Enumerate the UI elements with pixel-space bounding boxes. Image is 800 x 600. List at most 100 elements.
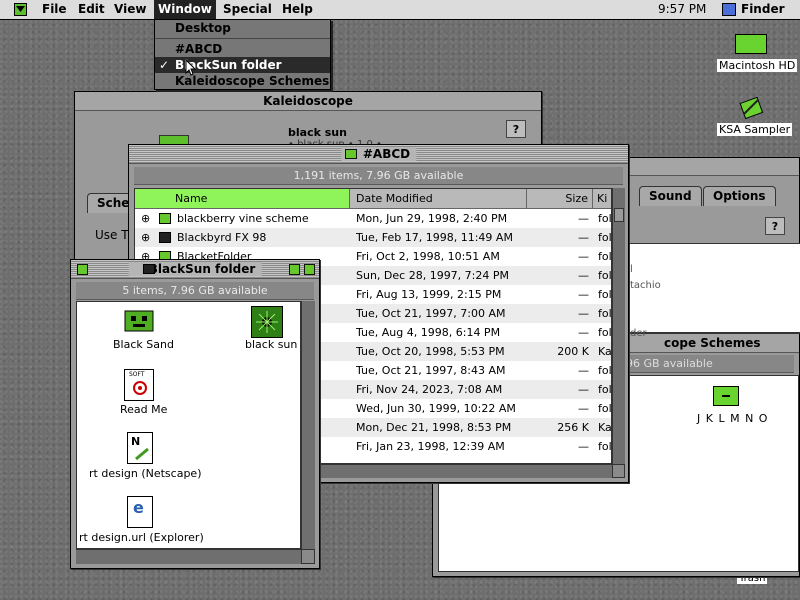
blacksun-horizontal-scrollbar[interactable] (76, 549, 301, 564)
row-name: Blackbyrd FX 98 (177, 231, 267, 244)
zoom-box-icon[interactable] (289, 264, 300, 275)
finder-icon (722, 3, 736, 16)
abcd-scroll-thumb[interactable] (614, 208, 624, 222)
folder-icon[interactable] (713, 386, 739, 406)
row-date-modified: Mon, Dec 21, 1998, 8:53 PM (356, 421, 512, 434)
file-icon (159, 232, 171, 243)
black-sun-label[interactable]: black sun (245, 338, 297, 351)
row-size: — (578, 269, 589, 282)
ksa-sampler-icon[interactable] (738, 94, 764, 120)
read-me-icon[interactable]: SOFT (124, 369, 154, 401)
blacksun-info: 5 items, 7.96 GB available (76, 282, 314, 300)
scheme-list[interactable]: l tachio der (621, 243, 800, 339)
row-date-modified: Tue, Oct 21, 1997, 8:43 AM (356, 364, 506, 377)
blacksun-content: Black Sand black sun SOFT Read Me N rt d… (76, 301, 301, 549)
row-size: — (578, 250, 589, 263)
close-box-icon[interactable] (77, 264, 88, 275)
menu-item-kaleidoscope-schemes[interactable]: Kaleidoscope Schemes (155, 73, 330, 89)
menu-help[interactable]: Help (282, 2, 313, 16)
disclosure-triangle-icon[interactable]: ⊕ (141, 209, 150, 228)
help-button[interactable]: ? (506, 120, 526, 138)
folder-title-icon (345, 149, 357, 159)
black-sand-label[interactable]: Black Sand (113, 338, 174, 351)
row-kind: fol (598, 288, 612, 301)
row-name: blackberry vine scheme (177, 212, 309, 225)
row-kind: fol (598, 402, 612, 415)
row-kind: Ka (598, 345, 612, 358)
row-date-modified: Fri, Nov 24, 2023, 7:08 AM (356, 383, 503, 396)
menu-separator (155, 38, 330, 39)
tab-options[interactable]: Options (703, 186, 776, 206)
row-date-modified: Tue, Oct 20, 1998, 5:53 PM (356, 345, 505, 358)
row-size: — (578, 231, 589, 244)
tab-sound[interactable]: Sound (639, 186, 702, 206)
folder-icon (159, 213, 171, 224)
row-date-modified: Tue, Feb 17, 1998, 11:49 AM (356, 231, 513, 244)
desktop-label-macintosh-hd[interactable]: Macintosh HD (717, 59, 798, 72)
black-sun-icon[interactable] (251, 306, 283, 338)
rt-design-netscape-label[interactable]: rt design (Netscape) (89, 467, 201, 480)
netscape-document-icon[interactable]: N (127, 432, 153, 464)
column-size[interactable]: Size (527, 189, 593, 209)
rt-design-explorer-label[interactable]: rt design.url (Explorer) (79, 531, 204, 544)
column-date-modified[interactable]: Date Modified (350, 189, 527, 209)
explorer-document-icon[interactable]: e (127, 496, 153, 528)
hard-drive-icon[interactable] (735, 34, 767, 54)
menu-clock[interactable]: 9:57 PM (658, 2, 706, 16)
abcd-vertical-scrollbar[interactable] (612, 188, 625, 464)
folder-label-jklmno[interactable]: J K L M N O (697, 412, 768, 425)
menu-item-desktop[interactable]: Desktop (155, 20, 330, 36)
kscheme-title: cope Schemes (658, 336, 767, 350)
row-date-modified: Fri, Aug 13, 1999, 2:15 PM (356, 288, 502, 301)
blacksun-window[interactable]: BlackSun folder 5 items, 7.96 GB availab… (70, 259, 320, 569)
read-me-label[interactable]: Read Me (120, 403, 167, 416)
row-kind: fol (598, 440, 612, 453)
menu-app-finder[interactable]: Finder (741, 2, 785, 16)
row-size: 200 K (557, 345, 589, 358)
blacksun-vertical-scrollbar[interactable] (301, 301, 315, 549)
window-menu-dropdown[interactable]: Desktop #ABCD ✓ BlackSun folder Kaleidos… (154, 19, 331, 90)
desktop-label-ksa-sampler[interactable]: KSA Sampler (717, 123, 793, 136)
row-kind: fol (598, 326, 612, 339)
row-size: — (578, 364, 589, 377)
folder-title-icon (143, 264, 155, 274)
apple-menu-icon[interactable] (14, 3, 27, 16)
row-kind: fol (598, 250, 612, 263)
menu-edit[interactable]: Edit (78, 2, 105, 16)
kaleidoscope-window-right: Sound Options ? l tachio der (600, 157, 800, 339)
black-sand-icon[interactable] (123, 308, 155, 334)
abcd-resize-handle[interactable] (612, 464, 625, 478)
row-date-modified: Wed, Jun 30, 1999, 10:22 AM (356, 402, 516, 415)
table-row[interactable]: ⊕ blackberry vine scheme Mon, Jun 29, 1998… (135, 209, 611, 228)
row-kind: fol (598, 231, 612, 244)
row-date-modified: Tue, Aug 4, 1998, 6:14 PM (356, 326, 501, 339)
column-name[interactable]: Name (135, 189, 350, 209)
help-button-right[interactable]: ? (765, 217, 785, 235)
menu-item-blacksun-folder[interactable]: ✓ BlackSun folder (155, 57, 330, 73)
table-row[interactable]: ⊕ Blackbyrd FX 98 Tue, Feb 17, 1998, 11:49… (135, 228, 612, 247)
menu-file[interactable]: File (42, 2, 67, 16)
abcd-titlebar[interactable]: #ABCD (129, 145, 628, 164)
use-option-label: Use T (95, 228, 129, 242)
row-kind: Ka (598, 421, 612, 434)
blacksun-resize-handle[interactable] (301, 549, 315, 564)
row-size: 256 K (557, 421, 589, 434)
row-size: — (578, 402, 589, 415)
menu-view[interactable]: View (114, 2, 146, 16)
row-kind: fol (598, 383, 612, 396)
list-fragment-3: der (630, 328, 647, 339)
column-kind[interactable]: Ki (593, 189, 611, 209)
kaleidoscope-titlebar[interactable]: Kaleidoscope (75, 92, 541, 111)
menu-window[interactable]: Window (154, 0, 216, 19)
disclosure-triangle-icon[interactable]: ⊕ (141, 228, 150, 247)
collapse-box-icon[interactable] (304, 264, 315, 275)
menu-bar: File Edit View Window Special Help 9:57 … (0, 0, 800, 20)
abcd-info: 1,191 items, 7.96 GB available (134, 167, 623, 185)
blacksun-titlebar[interactable]: BlackSun folder (71, 260, 319, 279)
menu-special[interactable]: Special (223, 2, 272, 16)
row-date-modified: Tue, Oct 21, 1997, 7:00 AM (356, 307, 506, 320)
row-kind: fol (598, 269, 612, 282)
row-size: — (578, 212, 589, 225)
menu-item-abcd[interactable]: #ABCD (155, 41, 330, 57)
check-icon: ✓ (159, 58, 170, 72)
